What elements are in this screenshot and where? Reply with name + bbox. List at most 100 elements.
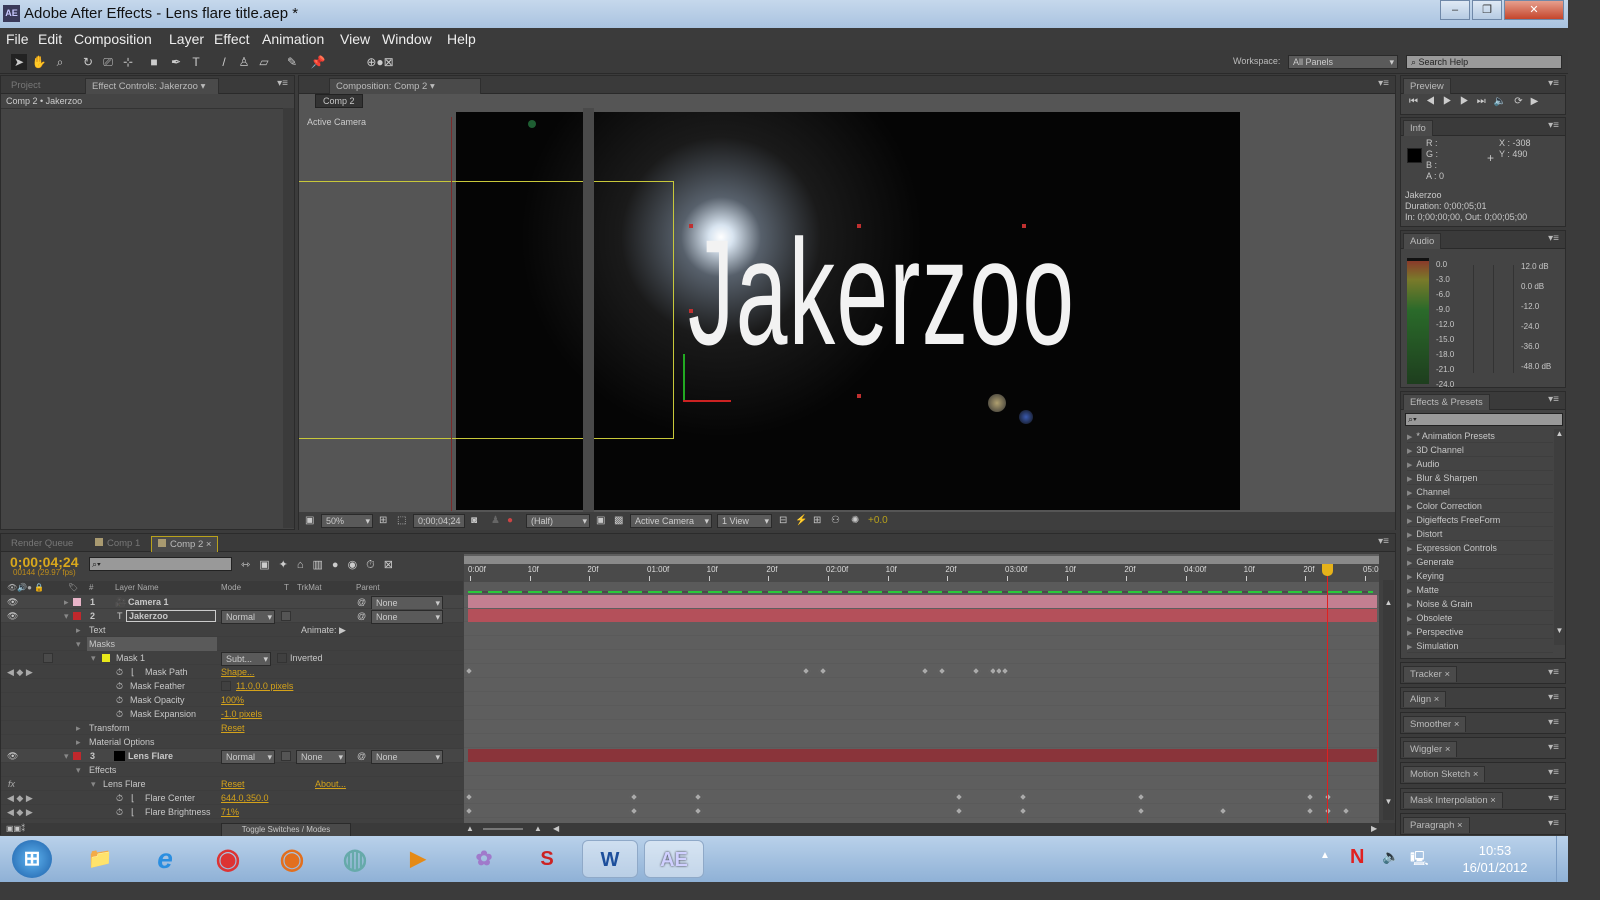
reset-link[interactable]: Reset [221,777,245,791]
camera-orbit-tool-icon[interactable]: ⎚ [100,54,116,70]
puppet-pin-tool-icon[interactable]: 📌 [310,54,326,70]
firefox-icon[interactable]: ◉ [272,840,312,878]
fast-previews-icon[interactable]: ⚡ [795,515,807,526]
mask-visibility-icon[interactable]: ⬚ [397,515,406,526]
effects-category[interactable]: ▶ Expression Controls [1407,541,1553,555]
reset-link[interactable]: Reset [221,721,245,735]
tab-paragraph[interactable]: Paragraph × [1403,817,1470,833]
rotate-tool-icon[interactable]: ↻ [80,54,96,70]
layer-handle[interactable] [689,309,693,313]
prop-text[interactable]: ▸ Text Animate: ▶ [1,623,463,637]
panel-menu-icon[interactable]: ▾≡ [1548,818,1559,829]
scroll-right-icon[interactable]: ▶ [1371,823,1377,835]
panel-menu-icon[interactable]: ▾≡ [1548,78,1559,89]
show-hidden-icons[interactable]: ▲ [1320,850,1330,861]
expand-arrow-icon[interactable]: ▶ [1407,546,1412,553]
graph-editor-icon[interactable]: ⊠ [384,559,402,571]
layer-row-lens-flare[interactable]: 👁 ▾ 3 Lens Flare Normal ▾ None ▾ @ None ▾ [1,749,463,764]
tab-audio[interactable]: Audio [1403,233,1442,249]
ram-preview-icon[interactable]: ▶ [1531,96,1547,107]
show-snapshot-icon[interactable]: ♟ [491,515,500,526]
about-link[interactable]: About... [315,777,346,791]
expand-arrow-icon[interactable]: ▶ [1407,574,1412,581]
auto-keyframe-icon[interactable]: ◉ [348,559,367,571]
comp-subtab[interactable]: Comp 2 [315,94,363,108]
mode-select[interactable]: Normal ▾ [221,610,275,624]
shy-layers-icon[interactable]: ✦ [279,559,297,571]
parent-select[interactable]: None ▾ [371,596,443,610]
effects-category[interactable]: ▶ Generate [1407,555,1553,569]
prop-mask-expansion[interactable]: ⏱ Mask Expansion -1.0 pixels [1,707,463,721]
zoom-slider[interactable] [483,828,523,830]
eraser-tool-icon[interactable]: ▱ [256,54,272,70]
effects-category[interactable]: ▶ Blur & Sharpen [1407,471,1553,485]
panel-menu-icon[interactable]: ▾≡ [1548,767,1559,778]
pixel-aspect-icon[interactable]: ⊟ [779,515,787,526]
scroll-left-icon[interactable]: ◀ [553,823,559,835]
stopwatch-icon[interactable]: ⏱ [116,665,123,679]
audio-icon[interactable]: 🔈 [1494,96,1514,107]
collapse-arrow[interactable]: ▾ [64,749,69,763]
sbp-app-icon[interactable]: S [527,840,567,878]
audio-slider-left[interactable] [1473,265,1474,373]
inverted-checkbox[interactable] [277,653,287,663]
layer-handle[interactable] [689,224,693,228]
menu-help[interactable]: Help [447,31,476,47]
channels-icon[interactable]: ● [507,515,513,526]
visibility-icon[interactable]: 👁 [7,749,18,763]
workspace-select[interactable]: All Panels ▾ [1288,55,1398,69]
prop-mask-path[interactable]: ◀ ◆ ▶ ⏱ ⌊ Mask Path Shape... [1,665,463,679]
parent-select[interactable]: None ▾ [371,750,443,764]
keyframe-nav[interactable]: ◀ ◆ ▶ [7,791,33,805]
panel-menu-icon[interactable]: ▾≡ [1548,793,1559,804]
layer-bar-lens-flare[interactable] [468,749,1377,762]
scrollbar[interactable] [283,108,294,528]
expand-arrow-icon[interactable]: ▶ [1407,448,1412,455]
play-icon[interactable]: ▶ [1443,96,1460,107]
frame-blending-icon[interactable]: ⌂ [297,559,313,571]
preserve-transparency-toggle[interactable] [281,611,291,621]
first-frame-icon[interactable]: ⏮ [1409,96,1426,107]
zoom-tool-icon[interactable]: ⌕ [52,54,68,70]
zoom-out-icon[interactable]: ▲ [466,823,474,835]
trkmat-select[interactable]: None ▾ [296,750,346,764]
visibility-icon[interactable]: 👁 [7,609,18,623]
tab-wiggler[interactable]: Wiggler × [1403,741,1458,757]
text-layer-jakerzoo[interactable]: Jakerzoo [688,217,1075,367]
playhead-handle[interactable] [1322,564,1334,576]
explorer-icon[interactable]: 📁 [80,840,120,878]
menu-view[interactable]: View [340,31,370,47]
type-tool-icon[interactable]: T [188,54,204,70]
next-frame-icon[interactable]: ▶ [1460,96,1477,107]
show-desktop-button[interactable] [1556,836,1568,882]
layer-bar-jakerzoo[interactable] [468,609,1377,622]
stopwatch-icon[interactable]: ⏱ [116,693,123,707]
panel-menu-icon[interactable]: ▾≡ [1548,233,1559,244]
media-player-icon[interactable]: ▶ [398,840,438,878]
zoom-in-icon[interactable]: ▲ [534,823,542,835]
resolution-select[interactable]: (Half) ▾ [526,514,590,528]
after-effects-taskbar-button[interactable]: AE [644,840,704,878]
word-taskbar-button[interactable]: W [582,840,638,878]
animate-button[interactable]: Animate: [301,623,337,637]
pen-tool-icon[interactable]: ✒ [168,54,184,70]
axis-mode-icon[interactable]: ⊕●⊠ [362,54,398,70]
effects-category[interactable]: ▶ * Animation Presets [1407,429,1553,443]
photo-app-icon[interactable]: ✿ [464,840,504,878]
layer-row-camera[interactable]: 👁 ▸ 1 🎥 Camera 1 @ None ▾ [1,595,463,610]
effects-category[interactable]: ▶ Color Correction [1407,499,1553,513]
magnification-select[interactable]: 50% ▾ [321,514,373,528]
stopwatch-icon[interactable]: ⏱ [116,791,123,805]
panel-menu-icon[interactable]: ▾≡ [1378,536,1389,547]
globe-app-icon[interactable]: ◍ [335,840,375,878]
parent-select[interactable]: None ▾ [371,610,443,624]
effects-category[interactable]: ▶ 3D Channel [1407,443,1553,457]
close-button[interactable]: ✕ [1504,0,1564,20]
selection-tool-icon[interactable]: ➤ [11,54,27,70]
stopwatch-icon[interactable]: ⏱ [116,707,123,721]
toggle-switches-modes-button[interactable]: Toggle Switches / Modes [221,823,351,837]
collapse-arrow[interactable]: ▾ [64,609,69,623]
exposure-value[interactable]: +0.0 [868,515,888,526]
timeline-search-input[interactable]: ⌕▾ [89,557,232,571]
pickwhip-icon[interactable]: @ [357,609,366,623]
